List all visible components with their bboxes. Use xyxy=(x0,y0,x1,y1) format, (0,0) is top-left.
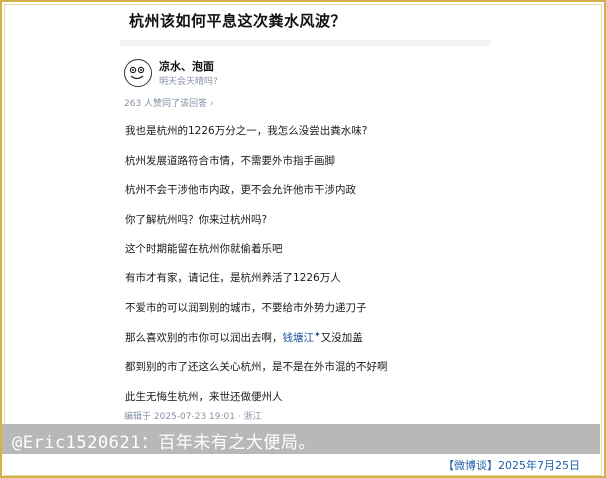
caption-bar: @Eric1520621：百年未有之大便局。 xyxy=(2,424,600,454)
meme-face-icon xyxy=(129,66,145,80)
answer-line: 这个时期能留在杭州你就偷着乐吧 xyxy=(125,243,283,255)
avatar[interactable] xyxy=(124,59,152,87)
answer-line: 不爱市的可以润到别的城市，不要给市外势力递刀子 xyxy=(125,302,367,314)
inner-border xyxy=(4,4,602,476)
source-bar: 【微博谈】2025年7月25日 xyxy=(2,454,600,474)
answer-line: 我也是杭州的1226万分之一，我怎么没尝出粪水味? xyxy=(125,125,368,137)
author-name[interactable]: 凉水、泡面 xyxy=(159,58,214,74)
answer-text: 又没加盖 xyxy=(320,332,363,344)
question-title[interactable]: 杭州该如何平息这次粪水风波？ xyxy=(129,10,346,31)
answer-line: 杭州不会干涉他市内政，更不会允许他市干涉内政 xyxy=(125,184,356,196)
answer-line: 此生无悔生杭州，来世还做便州人 xyxy=(125,391,283,403)
answer-line: 你了解杭州吗？你来过杭州吗? xyxy=(125,214,268,226)
source-label: 【微博谈】2025年7月25日 xyxy=(443,459,580,472)
screenshot-frame: 杭州该如何平息这次粪水风波？ 凉水、泡面 明天会天晴吗? 263 人赞同了该回答… xyxy=(0,0,606,478)
answer-line: 杭州发展道路符合市情，不需要外市指手画脚 xyxy=(125,155,335,167)
sparkle-icon: ✦ xyxy=(314,330,321,339)
author-bio: 明天会天晴吗? xyxy=(159,77,218,87)
answer-text: 那么喜欢别的市你可以润出去啊， xyxy=(125,332,283,344)
answer-line-with-link: 那么喜欢别的市你可以润出去啊，钱塘江✦又没加盖 xyxy=(125,330,363,345)
answer-line: 有市才有家，请记住，是杭州养活了1226万人 xyxy=(125,272,341,284)
topic-link[interactable]: 钱塘江 xyxy=(283,332,315,344)
upvote-count[interactable]: 263 人赞同了该回答 › xyxy=(124,96,214,109)
divider xyxy=(120,40,490,46)
edit-meta: 编辑于 2025-07-23 19:01 · 浙江 xyxy=(124,412,262,422)
answer-line: 都到别的市了还这么关心杭州，是不是在外市混的不好啊 xyxy=(125,361,388,373)
caption-text: @Eric1520621：百年未有之大便局。 xyxy=(12,433,316,453)
